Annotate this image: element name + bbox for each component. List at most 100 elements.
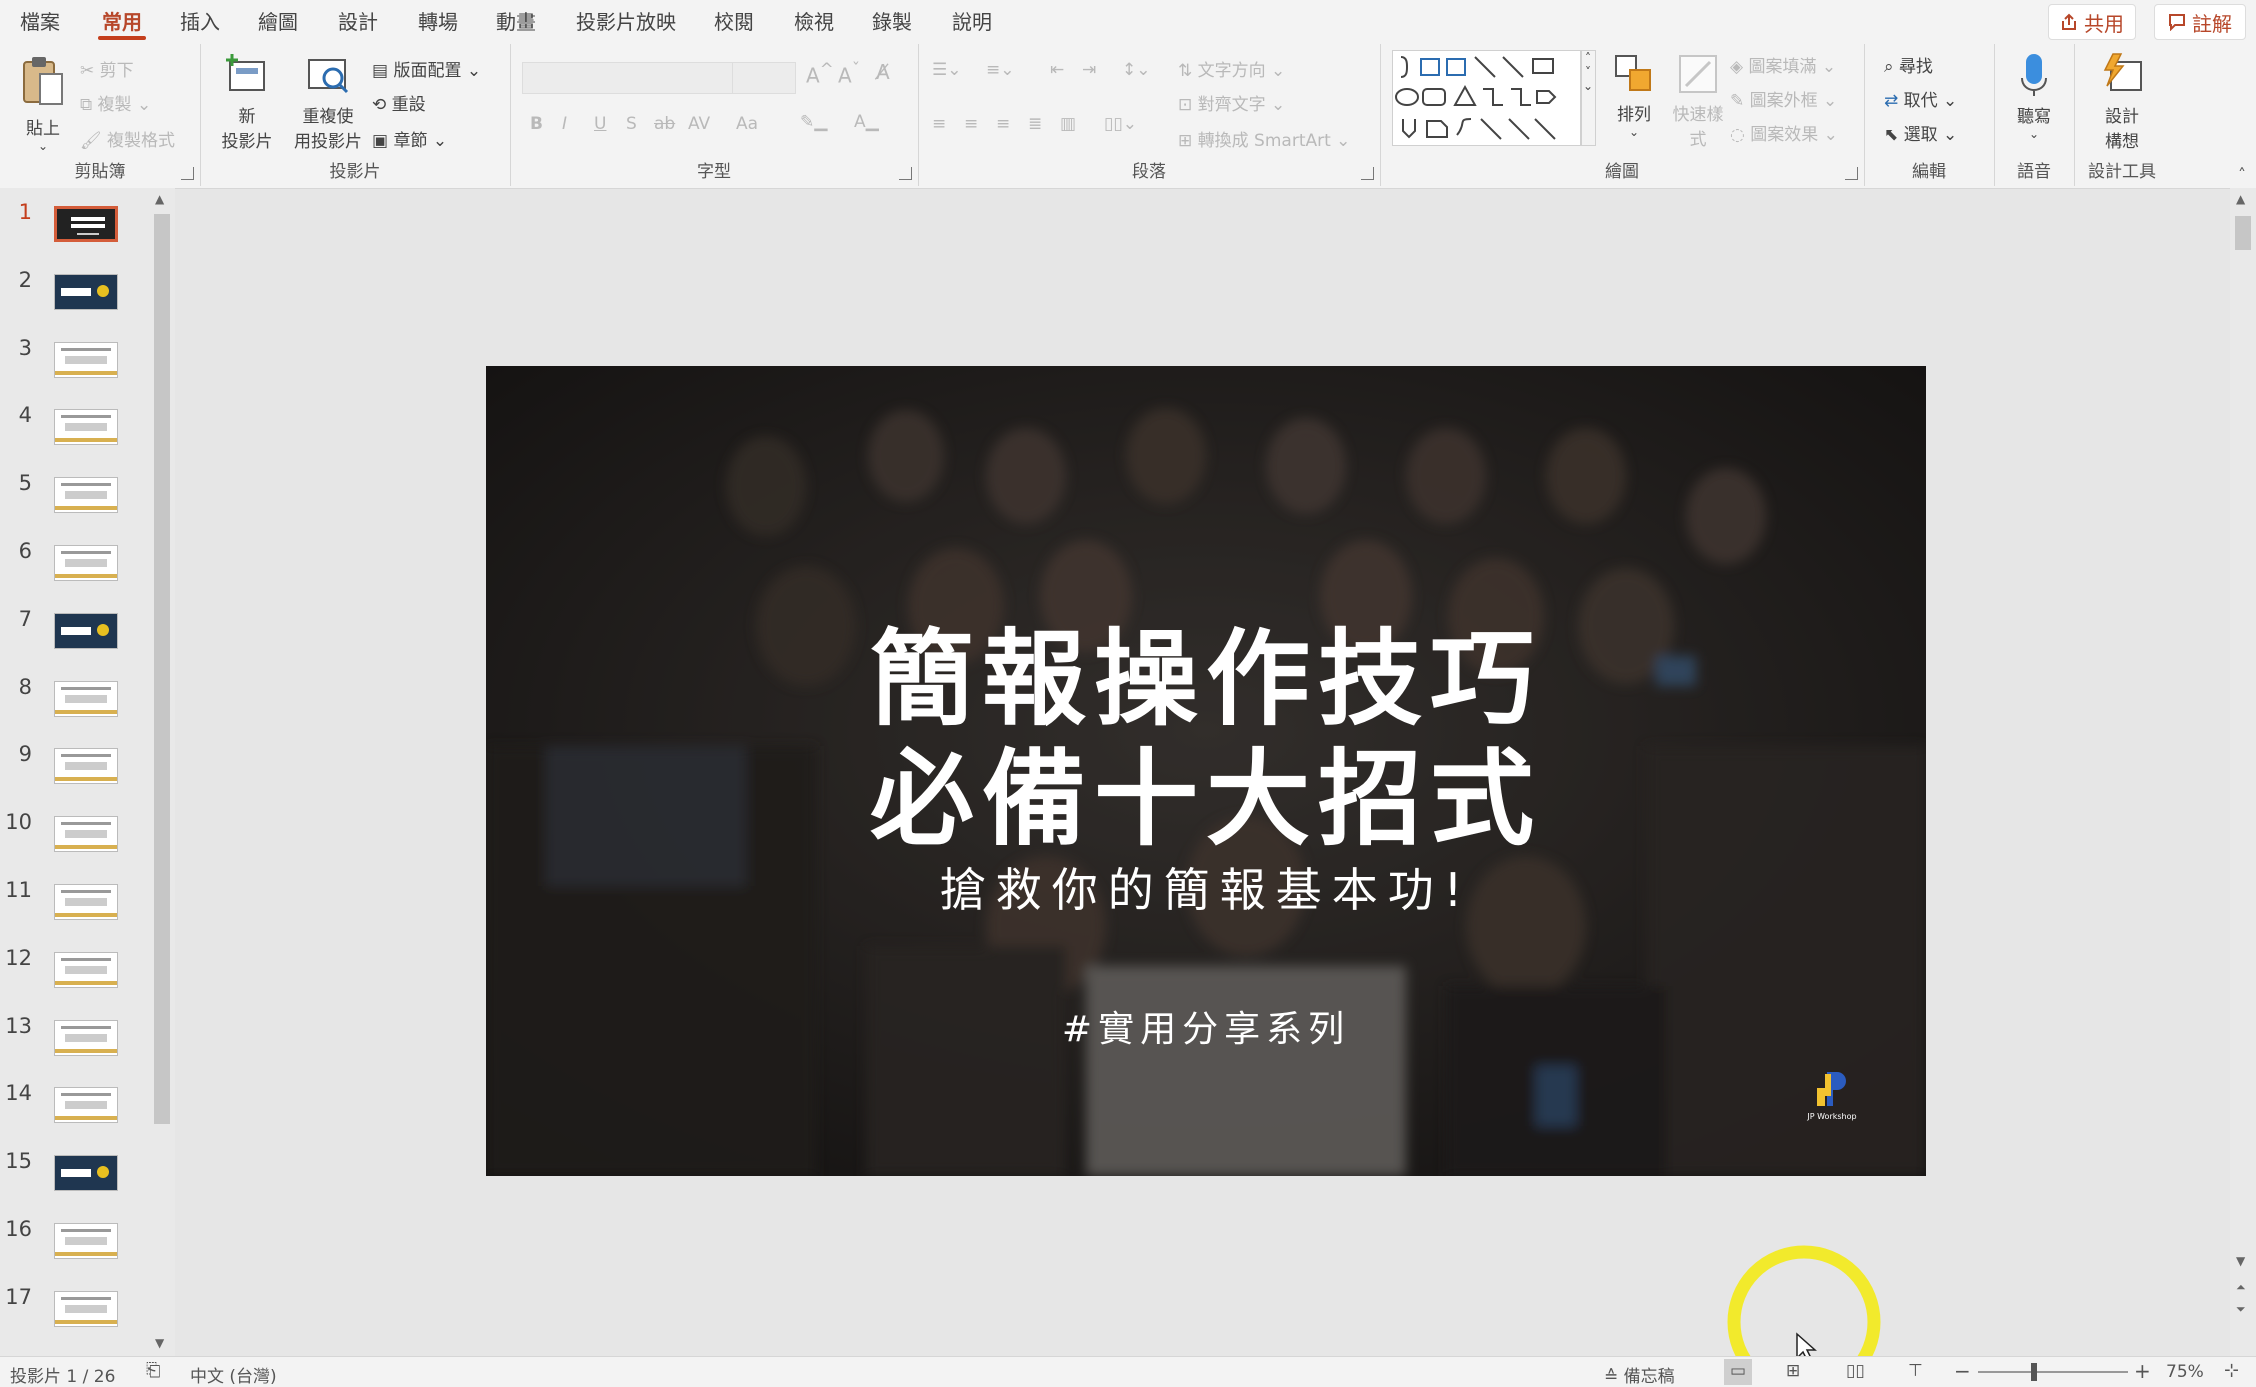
paragraph-launcher-icon[interactable] xyxy=(1361,167,1374,180)
slide-thumbnail[interactable] xyxy=(54,545,118,581)
comments-button[interactable]: 註解 xyxy=(2154,4,2246,40)
font-name-combo[interactable] xyxy=(522,62,736,94)
tab-home[interactable]: 常用 xyxy=(98,6,146,40)
font-color-icon[interactable]: A▁ xyxy=(854,112,879,132)
cut-button[interactable]: ✂ 剪下 xyxy=(80,56,134,81)
bold-button[interactable]: B xyxy=(530,114,543,134)
slide-thumbnail[interactable] xyxy=(54,409,118,446)
text-direction-button[interactable]: ⇅ 文字方向 ⌄ xyxy=(1178,56,1285,81)
clipboard-launcher-icon[interactable] xyxy=(181,167,194,180)
slide-thumbnail[interactable] xyxy=(54,1223,118,1259)
slide-thumbnail[interactable] xyxy=(54,477,118,514)
shapes-gallery-scroll[interactable]: ˄ ˅ ⌄ xyxy=(1580,50,1596,146)
slide-thumbnail[interactable] xyxy=(54,680,118,717)
editor-scroll-thumb[interactable] xyxy=(2235,216,2251,250)
slide-hashtag[interactable]: #實用分享系列 xyxy=(486,1000,1926,1052)
find-button[interactable]: ⌕ 尋找 xyxy=(1884,52,1933,77)
shape-outline-button[interactable]: ✎ 圖案外框 ⌄ xyxy=(1730,86,1837,111)
char-spacing-button[interactable]: AV xyxy=(688,114,710,134)
change-case-button[interactable]: Aa xyxy=(736,114,758,134)
tab-review[interactable]: 校閱 xyxy=(714,6,754,35)
justify-icon[interactable]: ≣ xyxy=(1028,114,1042,134)
tab-transitions[interactable]: 轉場 xyxy=(418,6,458,35)
design-ideas-button[interactable]: 設計 構想 xyxy=(2088,52,2156,152)
decrease-indent-icon[interactable]: ⇤ xyxy=(1050,60,1064,80)
slide-canvas[interactable]: 簡報操作技巧 必備十大招式 搶救你的簡報基本功! #實用分享系列 JP Work… xyxy=(486,366,1926,1176)
numbering-icon[interactable]: ≡⌄ xyxy=(986,60,1015,80)
line-spacing-icon[interactable]: ↕⌄ xyxy=(1122,60,1151,80)
shapes-gallery[interactable] xyxy=(1392,50,1582,146)
align-center-icon[interactable]: ≡ xyxy=(964,114,978,134)
paste-button[interactable]: 貼上 ⌄ xyxy=(20,54,66,153)
font-launcher-icon[interactable] xyxy=(899,167,912,180)
shape-effects-button[interactable]: ◌ 圖案效果 ⌄ xyxy=(1730,120,1838,145)
clear-format-icon[interactable]: A̸ xyxy=(876,60,890,84)
new-slide-button[interactable]: 新 投影片 xyxy=(212,52,282,152)
align-left-icon[interactable]: ≡ xyxy=(932,114,946,134)
share-button[interactable]: 共用 xyxy=(2048,4,2136,40)
tab-slideshow[interactable]: 投影片放映 xyxy=(576,6,676,35)
quick-styles-button[interactable]: 快速樣 式 xyxy=(1668,52,1728,150)
highlight-color-icon[interactable]: ✎▁ xyxy=(800,112,827,132)
bullets-icon[interactable]: ☰⌄ xyxy=(932,60,961,80)
slide-thumbnail[interactable] xyxy=(54,273,118,310)
accessibility-icon[interactable]: ⎗ xyxy=(146,1360,160,1381)
tab-design[interactable]: 設計 xyxy=(338,6,378,35)
slide-thumbnail[interactable] xyxy=(54,884,118,920)
thumbnail-scroll-thumb[interactable] xyxy=(154,214,170,1124)
columns-icon[interactable]: ▯▯⌄ xyxy=(1104,114,1137,134)
arrange-button[interactable]: 排列 ⌄ xyxy=(1606,52,1662,139)
slide-thumbnail[interactable] xyxy=(54,816,118,853)
slide-thumbnail[interactable] xyxy=(54,1290,118,1327)
select-button[interactable]: ⬉ 選取 ⌄ xyxy=(1884,120,1957,145)
scroll-up-icon[interactable]: ▲ xyxy=(155,192,164,206)
increase-indent-icon[interactable]: ⇥ xyxy=(1082,60,1096,80)
zoom-in-icon[interactable]: + xyxy=(2134,1359,2151,1383)
slide-thumbnail[interactable] xyxy=(54,951,118,988)
strikethrough-button[interactable]: ab xyxy=(654,114,675,134)
replace-button[interactable]: ⇄ 取代 ⌄ xyxy=(1884,86,1957,111)
underline-button[interactable]: U xyxy=(594,114,606,134)
slide-title-line-2[interactable]: 必備十大招式 xyxy=(486,714,1926,865)
slideshow-icon[interactable]: ⊤ xyxy=(1908,1361,1923,1381)
tab-draw[interactable]: 繪圖 xyxy=(258,6,298,35)
slide-thumbnail[interactable] xyxy=(54,612,118,649)
zoom-out-icon[interactable]: − xyxy=(1954,1359,1971,1383)
editor-scrollbar[interactable]: ▲ ▼ ⏶ ⏷ xyxy=(2230,188,2256,1356)
dictate-button[interactable]: 聽寫 ⌄ xyxy=(2006,52,2062,141)
slide-thumbnail[interactable] xyxy=(54,748,118,785)
slide-thumbnail[interactable] xyxy=(54,1019,118,1056)
section-button[interactable]: ▣ 章節 ⌄ xyxy=(372,126,447,151)
copy-button[interactable]: ⧉ 複製 ⌄ xyxy=(80,90,151,115)
paste-dropdown-icon[interactable]: ⌄ xyxy=(20,139,66,153)
scroll-down-icon[interactable]: ▼ xyxy=(155,1336,164,1350)
tab-help[interactable]: 說明 xyxy=(952,6,992,35)
font-size-combo[interactable] xyxy=(732,62,796,94)
zoom-slider-track[interactable] xyxy=(1978,1371,2128,1373)
align-text-button[interactable]: ⊡ 對齊文字 ⌄ xyxy=(1178,90,1285,115)
collapse-ribbon-icon[interactable]: ˄ xyxy=(2238,165,2246,184)
distributed-icon[interactable]: ▥ xyxy=(1060,114,1076,134)
slide-subtitle[interactable]: 搶救你的簡報基本功! xyxy=(486,854,1926,920)
fit-to-window-icon[interactable]: ⊹ xyxy=(2224,1360,2239,1381)
slide-thumbnail[interactable] xyxy=(54,206,118,242)
notes-button[interactable]: ≙ 備忘稿 xyxy=(1604,1362,1675,1387)
tab-record[interactable]: 錄製 xyxy=(872,6,912,35)
tab-animations[interactable]: 動畫 xyxy=(496,6,536,35)
layout-button[interactable]: ▤ 版面配置 ⌄ xyxy=(372,56,481,81)
language-indicator[interactable]: 中文 (台灣) xyxy=(190,1362,277,1387)
slide-thumbnail[interactable] xyxy=(54,1087,118,1124)
shape-fill-button[interactable]: ◈ 圖案填滿 ⌄ xyxy=(1730,52,1836,77)
scroll-up-icon[interactable]: ▲ xyxy=(2236,192,2245,206)
shadow-button[interactable]: S xyxy=(626,114,637,134)
zoom-level[interactable]: 75% xyxy=(2166,1362,2204,1382)
tab-view[interactable]: 檢視 xyxy=(794,6,834,35)
drawing-launcher-icon[interactable] xyxy=(1845,167,1858,180)
previous-slide-icon[interactable]: ⏶ xyxy=(2236,1280,2246,1295)
scroll-down-icon[interactable]: ▼ xyxy=(2236,1254,2245,1268)
reading-view-icon[interactable]: ▯▯ xyxy=(1846,1361,1865,1381)
reuse-slides-button[interactable]: 重複使 用投影片 xyxy=(292,52,364,152)
smartart-button[interactable]: ⊞ 轉換成 SmartArt ⌄ xyxy=(1178,126,1350,151)
tab-file[interactable]: 檔案 xyxy=(20,6,60,35)
slide-thumbnail[interactable] xyxy=(54,341,118,378)
